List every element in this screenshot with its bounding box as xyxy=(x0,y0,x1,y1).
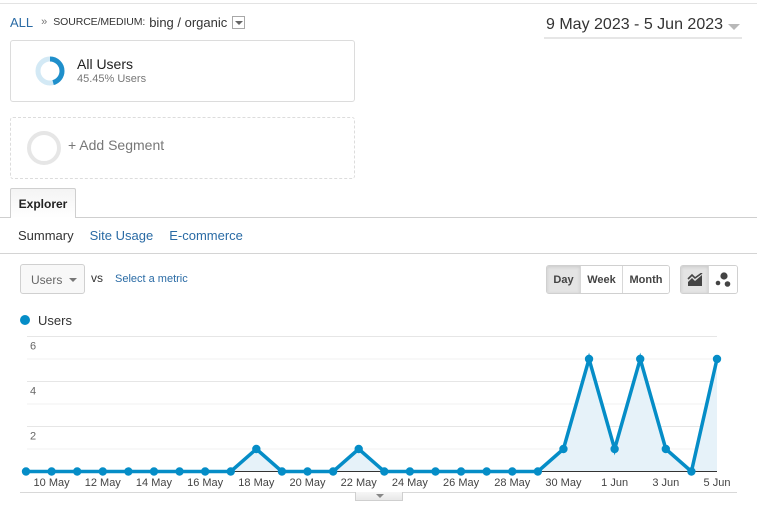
data-point xyxy=(21,467,31,476)
subtab-site-usage[interactable]: Site Usage xyxy=(90,228,154,243)
granularity-week-button[interactable]: Week xyxy=(581,266,623,293)
breadcrumb: ALL » SOURCE/MEDIUM: bing / organic xyxy=(10,14,246,30)
line-chart-button[interactable] xyxy=(681,266,709,293)
x-tick-label: 30 May xyxy=(545,477,582,489)
data-point xyxy=(200,467,210,476)
data-point xyxy=(226,467,235,476)
x-tick-label: 18 May xyxy=(238,477,275,489)
y-tick-label: 6 xyxy=(30,341,36,353)
data-point xyxy=(175,467,184,476)
x-tick-label: 3 Jun xyxy=(652,477,679,489)
users-series-line xyxy=(26,352,719,475)
add-segment-button[interactable]: + Add Segment xyxy=(10,117,355,179)
segment-card-all-users[interactable]: All Users 45.45% Users xyxy=(10,40,355,102)
line-chart-icon xyxy=(686,272,702,286)
chevron-down-icon xyxy=(69,278,77,282)
data-point xyxy=(98,467,107,476)
chart-expand-handle[interactable] xyxy=(355,492,403,501)
subtab-divider xyxy=(0,253,757,254)
data-point xyxy=(482,467,491,476)
data-point xyxy=(533,467,543,476)
data-point xyxy=(687,467,696,476)
breadcrumb-dimension-label: SOURCE/MEDIUM: xyxy=(53,16,146,28)
data-point xyxy=(405,467,415,476)
segment-name: All Users xyxy=(77,56,134,72)
data-point xyxy=(712,354,722,364)
data-point xyxy=(380,467,389,476)
breadcrumb-all-link[interactable]: ALL xyxy=(10,15,33,30)
data-point xyxy=(149,467,159,476)
x-tick-label: 1 Jun xyxy=(601,477,628,489)
breadcrumb-dimension-value: bing / organic xyxy=(149,14,228,30)
y-tick-label: 4 xyxy=(30,386,36,398)
data-point xyxy=(47,467,56,476)
data-point xyxy=(431,467,440,476)
data-point xyxy=(610,444,619,454)
x-tick-label: 16 May xyxy=(187,477,224,489)
data-point xyxy=(277,467,287,476)
date-range-label: 9 May 2023 - 5 Jun 2023 xyxy=(546,16,724,33)
x-tick-label: 22 May xyxy=(341,477,378,489)
data-point xyxy=(328,467,338,476)
segment-donut-icon xyxy=(35,56,65,86)
chevron-down-icon xyxy=(728,24,740,30)
empty-segment-circle-icon xyxy=(27,131,61,165)
data-point xyxy=(661,444,671,454)
segment-detail: 45.45% Users xyxy=(77,73,147,85)
data-point xyxy=(72,467,82,476)
subtab-e-commerce[interactable]: E-commerce xyxy=(169,228,243,243)
data-point xyxy=(508,467,517,476)
date-range-picker[interactable]: 9 May 2023 - 5 Jun 2023 xyxy=(544,15,742,39)
chart-legend: Users xyxy=(20,312,72,328)
dimension-dropdown-button[interactable] xyxy=(232,15,246,29)
x-tick-label: 5 Jun xyxy=(704,477,731,489)
granularity-day-button[interactable]: Day xyxy=(547,266,581,293)
granularity-month-button[interactable]: Month xyxy=(623,266,669,293)
x-tick-label: 26 May xyxy=(443,477,480,489)
granularity-toggle: Day Week Month xyxy=(546,265,670,294)
data-point xyxy=(559,444,568,454)
tab-explorer[interactable]: Explorer xyxy=(10,188,76,218)
users-area-fill xyxy=(26,359,717,472)
x-tick-label: 28 May xyxy=(494,477,531,489)
x-tick-label: 12 May xyxy=(85,477,122,489)
metric-select-value: Users xyxy=(31,273,63,287)
data-point xyxy=(124,467,133,476)
tab-divider xyxy=(0,217,757,218)
data-point xyxy=(354,444,363,454)
data-point xyxy=(252,444,261,454)
select-metric-link[interactable]: Select a metric xyxy=(115,273,188,285)
metric-select-dropdown[interactable]: Users xyxy=(20,264,85,294)
top-divider xyxy=(0,3,757,4)
y-tick-label: 2 xyxy=(30,431,36,443)
data-point xyxy=(456,467,466,476)
subtab-bar: Summary Site Usage E-commerce xyxy=(18,226,259,244)
motion-chart-button[interactable] xyxy=(709,266,737,293)
motion-chart-icon xyxy=(715,271,731,287)
chart-type-toggle xyxy=(680,265,738,294)
x-tick-label: 20 May xyxy=(289,477,326,489)
vs-label: vs xyxy=(91,271,103,285)
legend-users-swatch xyxy=(20,315,30,325)
data-point xyxy=(303,467,312,476)
x-tick-label: 24 May xyxy=(392,477,429,489)
data-point xyxy=(636,354,645,364)
x-tick-label: 10 May xyxy=(34,477,71,489)
x-tick-label: 14 May xyxy=(136,477,173,489)
legend-users-label: Users xyxy=(38,312,72,328)
add-segment-label: + Add Segment xyxy=(68,137,165,153)
data-point xyxy=(584,354,594,364)
breadcrumb-separator: » xyxy=(41,16,48,28)
subtab-summary[interactable]: Summary xyxy=(18,228,74,243)
